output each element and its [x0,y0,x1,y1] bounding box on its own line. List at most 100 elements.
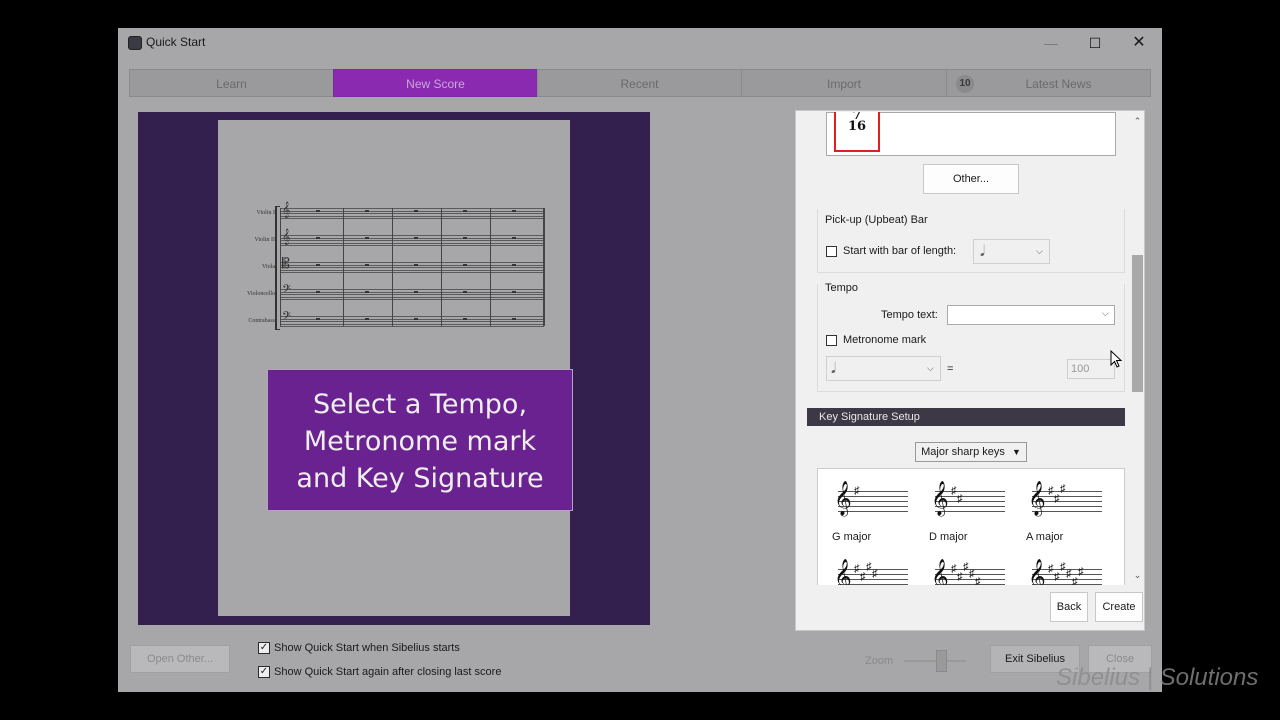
whole-rest [365,318,369,320]
whole-rest [365,264,369,266]
whole-rest [316,210,320,212]
scroll-down-icon[interactable]: ⌄ [1132,570,1143,581]
news-count-badge: 10 [956,75,974,93]
zoom-slider-thumb[interactable] [936,650,947,672]
staff-line [280,294,544,295]
sharp-icon: ♯ [957,492,963,505]
instrument-label: Violoncello [247,291,275,297]
key-option[interactable]: 𝄞 ♯ ♯ ♯ ♯ [832,557,912,585]
whole-rest [512,291,516,293]
callout-line: and Key Signature [296,463,544,494]
treble-clef-icon: 𝄞 [834,481,852,516]
sharp-icon: ♯ [866,560,872,573]
whole-rest [463,210,467,212]
pickup-heading: Pick-up (Upbeat) Bar [825,214,928,226]
sharp-icon: ♯ [951,563,957,575]
barline [490,208,491,326]
show-after-close-checkbox[interactable]: ✓ [258,666,270,678]
close-window-button[interactable]: ✕ [1124,32,1154,54]
whole-rest [512,237,516,239]
staff-line [280,240,544,241]
staff-line [280,208,544,209]
create-button[interactable]: Create [1095,592,1143,622]
pickup-checkbox-label: Start with bar of length: [843,245,957,257]
sharp-icon: ♯ [1060,560,1066,573]
key-option[interactable]: 𝄞 ♯ ♯ ♯ ♯ ♯ ♯ [1026,557,1106,585]
whole-rest [463,318,467,320]
key-option[interactable]: 𝄞 ♯ G major [832,479,912,549]
tab-learn[interactable]: Learn [129,69,334,97]
metronome-checkbox[interactable] [826,335,837,346]
instrument-label: Violin II [254,237,275,243]
back-button[interactable]: Back [1050,592,1088,622]
whole-rest [365,210,369,212]
chevron-down-icon: ⌵ [927,363,934,373]
settings-scroll-area[interactable]: 7 16 Other... Pick-up (Upbeat) Bar Start… [797,112,1130,585]
treble-clef-icon: 𝄞 [1028,559,1046,585]
maximize-button[interactable]: ☐ [1080,32,1110,54]
sharp-icon: ♯ [975,575,981,586]
whole-rest [414,291,418,293]
staff-line [280,213,544,214]
treble-clef-icon: 𝄞 [834,559,852,585]
whole-rest [316,291,320,293]
key-signature-header: Key Signature Setup [807,408,1125,426]
staff-line [280,296,544,298]
sharp-icon: ♯ [854,563,860,575]
staff-line [280,262,544,263]
sharp-icon: ♯ [860,570,866,583]
whole-rest [316,237,320,239]
minimize-button[interactable]: — [1036,32,1066,54]
staff-line [280,326,544,327]
chevron-down-icon: ⌵ [1102,308,1109,318]
sibelius-app-icon [128,36,142,50]
tab-new-score[interactable]: New Score [333,69,538,97]
other-button[interactable]: Other... [923,164,1019,194]
staff-line [280,215,544,217]
sharp-icon: ♯ [963,560,969,573]
key-option[interactable]: 𝄞 ♯ ♯ D major [929,479,1009,549]
sharp-icon: ♯ [1048,485,1054,497]
sharp-icon: ♯ [1048,563,1054,575]
open-other-button[interactable]: Open Other... [130,645,230,673]
treble-clef-icon: 𝄞 [282,229,291,245]
bpm-field[interactable]: 100 [1067,359,1115,379]
time-signature-selected[interactable]: 7 16 [834,112,880,152]
pickup-length-dropdown[interactable]: 𝅘𝅥 ⌵ [973,239,1050,264]
score-page: Violin I 𝄞 Violin II 𝄞 Viola 𝄡 Violoncello 𝄢 Con… [218,120,570,616]
staff-line [280,272,544,273]
callout-line: Metronome mark [303,426,537,457]
mouse-cursor-icon [1110,350,1123,368]
metronome-note-dropdown[interactable]: 𝅘𝅥 ⌵ [826,356,941,381]
scroll-thumb[interactable] [1132,255,1143,392]
show-on-start-checkbox[interactable]: ✓ [258,642,270,654]
key-option[interactable]: 𝄞 ♯ ♯ ♯ A major [1026,479,1106,549]
time-sig-bottom: 16 [847,119,867,134]
staff-line [280,299,544,300]
instrument-label: Violin I [256,210,275,216]
sharp-icon: ♯ [1078,565,1084,578]
scroll-up-icon[interactable]: ⌃ [1132,116,1143,127]
tempo-text-dropdown[interactable] [947,305,1115,325]
staff-line [280,242,544,244]
tab-import[interactable]: Import [741,69,947,97]
key-type-dropdown[interactable]: Major sharp keys ▼ [915,442,1027,462]
new-score-settings-panel: 7 16 Other... Pick-up (Upbeat) Bar Start… [795,110,1145,631]
staff-line [280,267,544,268]
vertical-scrollbar[interactable]: ⌃ ⌄ [1130,112,1144,585]
key-name: G major [832,531,872,543]
bass-clef-icon: 𝄢 [282,310,292,326]
tab-recent[interactable]: Recent [537,69,742,97]
treble-clef-icon: 𝄞 [931,481,949,516]
sharp-icon: ♯ [1066,568,1072,580]
instrument-label: Viola [262,264,275,270]
sharp-icon: ♯ [1072,575,1078,586]
tab-latest-news[interactable]: Latest News [946,69,1151,97]
zoom-slider-track[interactable] [904,660,966,662]
pickup-checkbox[interactable] [826,246,837,257]
alto-clef-icon: 𝄡 [282,256,290,272]
sharp-icon: ♯ [1054,570,1060,583]
key-option[interactable]: 𝄞 ♯ ♯ ♯ ♯ ♯ [929,557,1009,585]
whole-rest [316,264,320,266]
whole-rest [414,264,418,266]
